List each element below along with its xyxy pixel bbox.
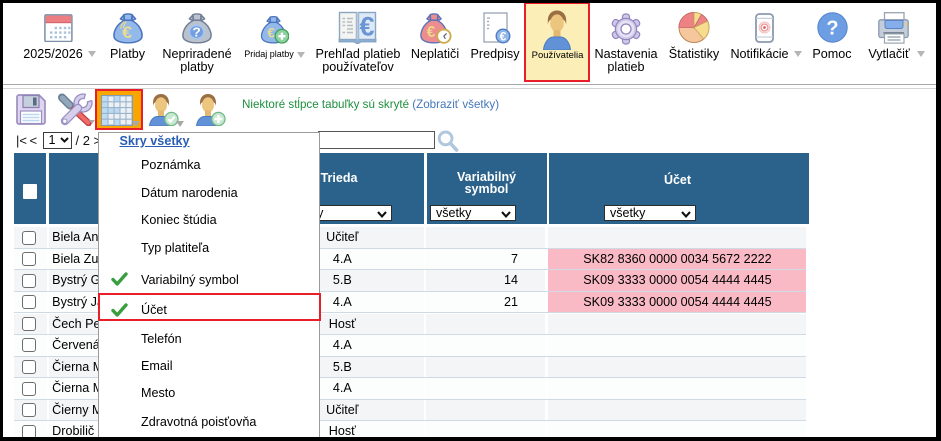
- svg-text:€: €: [359, 12, 374, 42]
- svg-text:€: €: [500, 29, 507, 43]
- svg-text:?: ?: [193, 25, 201, 39]
- svg-text:?: ?: [826, 18, 838, 40]
- svg-text:€: €: [122, 22, 132, 41]
- svg-text:€: €: [268, 25, 276, 40]
- svg-text:€: €: [427, 24, 436, 41]
